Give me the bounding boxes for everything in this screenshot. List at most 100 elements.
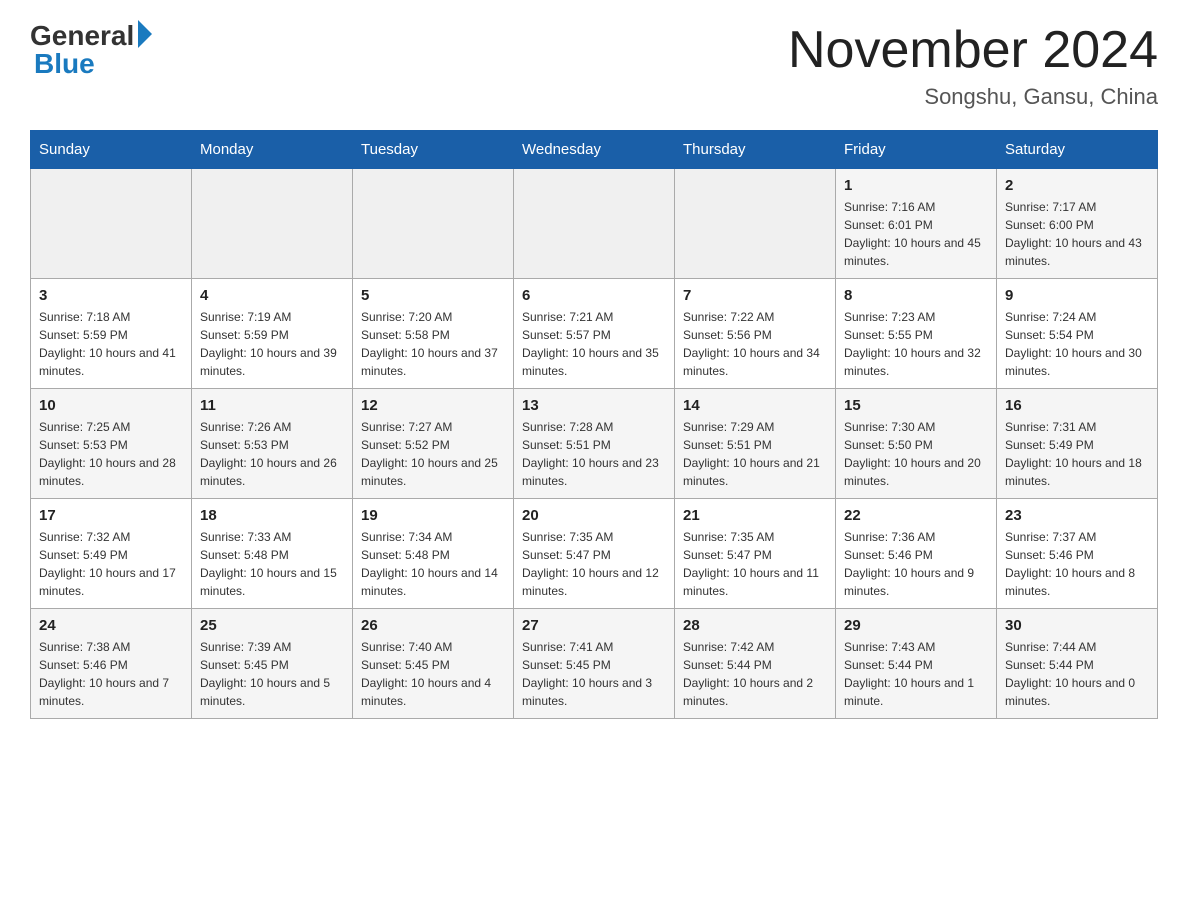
day-number: 28	[683, 617, 827, 634]
weekday-header-friday: Friday	[836, 131, 997, 169]
day-number: 14	[683, 397, 827, 414]
day-number: 21	[683, 507, 827, 524]
day-info: Sunrise: 7:25 AMSunset: 5:53 PMDaylight:…	[39, 418, 183, 490]
calendar-cell: 6 Sunrise: 7:21 AMSunset: 5:57 PMDaylight…	[514, 279, 675, 389]
day-number: 30	[1005, 617, 1149, 634]
weekday-header-saturday: Saturday	[997, 131, 1158, 169]
calendar-week-row: 3Sunrise: 7:18 AMSunset: 5:59 PMDaylight…	[31, 279, 1158, 389]
calendar-cell: 3Sunrise: 7:18 AMSunset: 5:59 PMDaylight…	[31, 279, 192, 389]
calendar-cell: 5Sunrise: 7:20 AMSunset: 5:58 PMDaylight…	[353, 279, 514, 389]
day-info: Sunrise: 7:40 AMSunset: 5:45 PMDaylight:…	[361, 638, 505, 710]
logo: General Blue	[30, 20, 152, 80]
day-number: 2	[1005, 177, 1149, 194]
day-info: Sunrise: 7:23 AMSunset: 5:55 PMDaylight:…	[844, 308, 988, 380]
calendar-week-row: 17Sunrise: 7:32 AMSunset: 5:49 PMDayligh…	[31, 499, 1158, 609]
calendar-cell: 27 Sunrise: 7:41 AMSunset: 5:45 PMDayligh…	[514, 609, 675, 719]
day-number: 11	[200, 397, 344, 414]
day-number: 15	[844, 397, 988, 414]
calendar-week-row: 24 Sunrise: 7:38 AMSunset: 5:46 PMDayligh…	[31, 609, 1158, 719]
day-number: 16	[1005, 397, 1149, 414]
day-info: Sunrise: 7:38 AMSunset: 5:46 PMDaylight:…	[39, 638, 183, 710]
month-year-title: November 2024	[788, 20, 1158, 80]
day-info: Sunrise: 7:29 AMSunset: 5:51 PMDaylight:…	[683, 418, 827, 490]
location-subtitle: Songshu, Gansu, China	[788, 84, 1158, 110]
calendar-header-row: SundayMondayTuesdayWednesdayThursdayFrid…	[31, 131, 1158, 169]
day-number: 7	[683, 287, 827, 304]
day-number: 6	[522, 287, 666, 304]
calendar-cell	[675, 169, 836, 279]
day-number: 25	[200, 617, 344, 634]
page-header: General Blue November 2024 Songshu, Gans…	[30, 20, 1158, 110]
day-number: 24	[39, 617, 183, 634]
day-info: Sunrise: 7:35 AMSunset: 5:47 PMDaylight:…	[522, 528, 666, 600]
calendar-week-row: 10 Sunrise: 7:25 AMSunset: 5:53 PMDayligh…	[31, 389, 1158, 499]
day-info: Sunrise: 7:43 AMSunset: 5:44 PMDaylight:…	[844, 638, 988, 710]
day-info: Sunrise: 7:16 AMSunset: 6:01 PMDaylight:…	[844, 198, 988, 270]
calendar-cell: 24 Sunrise: 7:38 AMSunset: 5:46 PMDayligh…	[31, 609, 192, 719]
calendar-cell: 25Sunrise: 7:39 AMSunset: 5:45 PMDayligh…	[192, 609, 353, 719]
day-number: 1	[844, 177, 988, 194]
day-info: Sunrise: 7:27 AMSunset: 5:52 PMDaylight:…	[361, 418, 505, 490]
day-number: 18	[200, 507, 344, 524]
calendar-cell: 2 Sunrise: 7:17 AMSunset: 6:00 PMDaylight…	[997, 169, 1158, 279]
calendar-cell: 8 Sunrise: 7:23 AMSunset: 5:55 PMDaylight…	[836, 279, 997, 389]
day-info: Sunrise: 7:22 AMSunset: 5:56 PMDaylight:…	[683, 308, 827, 380]
calendar-cell: 14 Sunrise: 7:29 AMSunset: 5:51 PMDayligh…	[675, 389, 836, 499]
calendar-cell	[192, 169, 353, 279]
day-number: 12	[361, 397, 505, 414]
logo-blue-text: Blue	[30, 48, 95, 80]
calendar-cell: 23Sunrise: 7:37 AMSunset: 5:46 PMDayligh…	[997, 499, 1158, 609]
day-info: Sunrise: 7:33 AMSunset: 5:48 PMDaylight:…	[200, 528, 344, 600]
day-info: Sunrise: 7:36 AMSunset: 5:46 PMDaylight:…	[844, 528, 988, 600]
day-info: Sunrise: 7:20 AMSunset: 5:58 PMDaylight:…	[361, 308, 505, 380]
day-info: Sunrise: 7:26 AMSunset: 5:53 PMDaylight:…	[200, 418, 344, 490]
weekday-header-monday: Monday	[192, 131, 353, 169]
day-number: 8	[844, 287, 988, 304]
day-info: Sunrise: 7:41 AMSunset: 5:45 PMDaylight:…	[522, 638, 666, 710]
day-number: 27	[522, 617, 666, 634]
calendar-cell: 7 Sunrise: 7:22 AMSunset: 5:56 PMDaylight…	[675, 279, 836, 389]
calendar-cell: 1 Sunrise: 7:16 AMSunset: 6:01 PMDaylight…	[836, 169, 997, 279]
calendar-cell: 26 Sunrise: 7:40 AMSunset: 5:45 PMDayligh…	[353, 609, 514, 719]
calendar-cell: 21Sunrise: 7:35 AMSunset: 5:47 PMDayligh…	[675, 499, 836, 609]
day-info: Sunrise: 7:31 AMSunset: 5:49 PMDaylight:…	[1005, 418, 1149, 490]
calendar-cell: 18 Sunrise: 7:33 AMSunset: 5:48 PMDayligh…	[192, 499, 353, 609]
day-number: 10	[39, 397, 183, 414]
day-number: 26	[361, 617, 505, 634]
calendar-cell: 16 Sunrise: 7:31 AMSunset: 5:49 PMDayligh…	[997, 389, 1158, 499]
day-number: 22	[844, 507, 988, 524]
calendar-cell: 11 Sunrise: 7:26 AMSunset: 5:53 PMDayligh…	[192, 389, 353, 499]
day-info: Sunrise: 7:44 AMSunset: 5:44 PMDaylight:…	[1005, 638, 1149, 710]
weekday-header-sunday: Sunday	[31, 131, 192, 169]
day-number: 3	[39, 287, 183, 304]
day-number: 19	[361, 507, 505, 524]
weekday-header-tuesday: Tuesday	[353, 131, 514, 169]
calendar-cell: 28 Sunrise: 7:42 AMSunset: 5:44 PMDayligh…	[675, 609, 836, 719]
day-info: Sunrise: 7:42 AMSunset: 5:44 PMDaylight:…	[683, 638, 827, 710]
calendar-cell: 19Sunrise: 7:34 AMSunset: 5:48 PMDayligh…	[353, 499, 514, 609]
day-info: Sunrise: 7:24 AMSunset: 5:54 PMDaylight:…	[1005, 308, 1149, 380]
title-block: November 2024 Songshu, Gansu, China	[788, 20, 1158, 110]
day-info: Sunrise: 7:32 AMSunset: 5:49 PMDaylight:…	[39, 528, 183, 600]
calendar-cell: 13Sunrise: 7:28 AMSunset: 5:51 PMDayligh…	[514, 389, 675, 499]
calendar-cell	[514, 169, 675, 279]
day-info: Sunrise: 7:21 AMSunset: 5:57 PMDaylight:…	[522, 308, 666, 380]
day-info: Sunrise: 7:30 AMSunset: 5:50 PMDaylight:…	[844, 418, 988, 490]
day-number: 23	[1005, 507, 1149, 524]
calendar-week-row: 1 Sunrise: 7:16 AMSunset: 6:01 PMDaylight…	[31, 169, 1158, 279]
calendar-cell	[353, 169, 514, 279]
day-number: 9	[1005, 287, 1149, 304]
calendar-cell	[31, 169, 192, 279]
day-number: 29	[844, 617, 988, 634]
weekday-header-wednesday: Wednesday	[514, 131, 675, 169]
day-number: 13	[522, 397, 666, 414]
calendar-cell: 10 Sunrise: 7:25 AMSunset: 5:53 PMDayligh…	[31, 389, 192, 499]
calendar-cell: 20Sunrise: 7:35 AMSunset: 5:47 PMDayligh…	[514, 499, 675, 609]
day-info: Sunrise: 7:17 AMSunset: 6:00 PMDaylight:…	[1005, 198, 1149, 270]
calendar-cell: 12 Sunrise: 7:27 AMSunset: 5:52 PMDayligh…	[353, 389, 514, 499]
day-info: Sunrise: 7:19 AMSunset: 5:59 PMDaylight:…	[200, 308, 344, 380]
calendar-cell: 30 Sunrise: 7:44 AMSunset: 5:44 PMDayligh…	[997, 609, 1158, 719]
calendar-cell: 9 Sunrise: 7:24 AMSunset: 5:54 PMDaylight…	[997, 279, 1158, 389]
weekday-header-thursday: Thursday	[675, 131, 836, 169]
calendar-cell: 29 Sunrise: 7:43 AMSunset: 5:44 PMDayligh…	[836, 609, 997, 719]
